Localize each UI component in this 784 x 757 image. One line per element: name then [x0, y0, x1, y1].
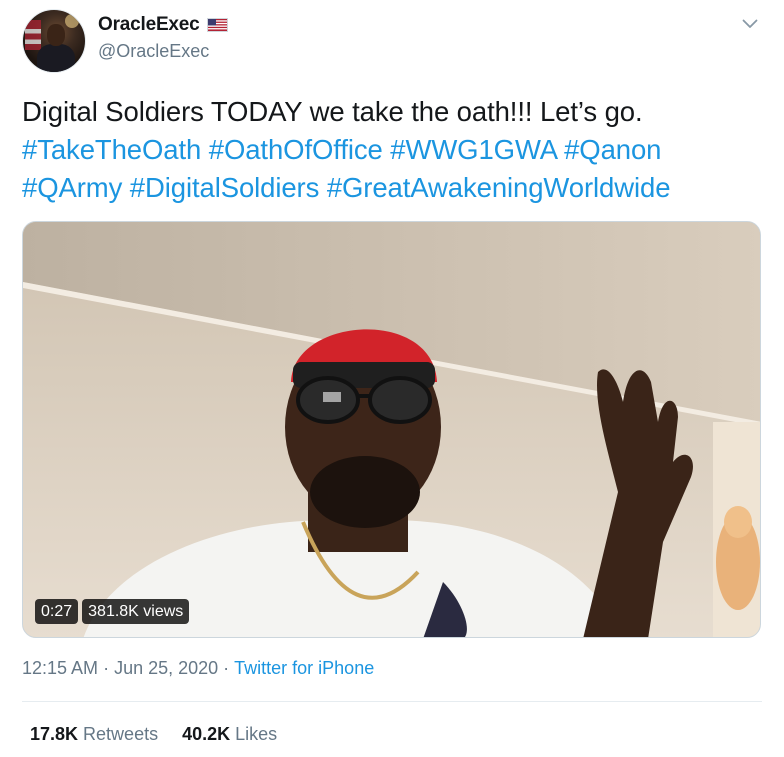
retweets-stat[interactable]: 17.8K Retweets: [30, 724, 158, 745]
avatar-lamp: [65, 14, 79, 28]
likes-stat[interactable]: 40.2K Likes: [182, 724, 277, 745]
avatar-body: [37, 44, 75, 72]
tweet-date[interactable]: Jun 25, 2020: [114, 658, 218, 679]
author-display-name[interactable]: OracleExec: [98, 14, 200, 36]
hashtag-link[interactable]: #DigitalSoldiers: [130, 172, 320, 203]
meta-separator: ·: [103, 658, 110, 678]
tweet-meta: 12:15 AM · Jun 25, 2020 · Twitter for iP…: [22, 658, 374, 679]
video-player[interactable]: 0:27 381.8K views: [22, 221, 761, 638]
tweet-text-segment: [557, 134, 565, 165]
tweet-text-segment: Digital Soldiers TODAY we take the oath!…: [22, 96, 643, 127]
hashtag-link[interactable]: #OathOfOffice: [209, 134, 383, 165]
video-views-badge: 381.8K views: [82, 599, 190, 624]
avatar-flag-backdrop: [25, 20, 41, 50]
divider: [22, 701, 762, 702]
hashtag-link[interactable]: #WWG1GWA: [390, 134, 556, 165]
likes-label: Likes: [235, 724, 278, 744]
retweets-count: 17.8K: [30, 724, 79, 744]
tweet-source-link[interactable]: Twitter for iPhone: [234, 658, 374, 679]
author-handle[interactable]: @OracleExec: [98, 41, 209, 62]
hashtag-link[interactable]: #QArmy: [22, 172, 122, 203]
tweet-text-segment: [122, 172, 130, 203]
tweet-time[interactable]: 12:15 AM: [22, 658, 98, 679]
tweet-text-line: Digital Soldiers TODAY we take the oath!…: [22, 93, 762, 131]
hashtag-link[interactable]: #Qanon: [564, 134, 661, 165]
video-duration-badge: 0:27: [35, 599, 79, 624]
author-name-row[interactable]: OracleExec: [98, 14, 228, 36]
meta-separator: ·: [223, 658, 230, 678]
tweet-stats: 17.8K Retweets 40.2K Likes: [30, 724, 277, 745]
avatar-face: [47, 24, 65, 46]
video-thumbnail: [23, 222, 760, 637]
hashtag-link[interactable]: #TakeTheOath: [22, 134, 201, 165]
tweet-text: Digital Soldiers TODAY we take the oath!…: [22, 93, 762, 207]
chevron-down-icon[interactable]: [740, 14, 760, 34]
retweets-label: Retweets: [83, 724, 159, 744]
us-flag-icon: [206, 18, 228, 32]
likes-count: 40.2K: [182, 724, 231, 744]
tweet-card: OracleExec @OracleExec Digital Soldiers …: [0, 0, 784, 757]
video-badge-group: 0:27 381.8K views: [35, 599, 190, 624]
tweet-text-line: #TakeTheOath #OathOfOffice #WWG1GWA #Qan…: [22, 131, 762, 169]
avatar[interactable]: [22, 9, 86, 73]
hashtag-link[interactable]: #GreatAwakeningWorldwide: [327, 172, 671, 203]
tweet-text-segment: [201, 134, 209, 165]
tweet-text-line: #QArmy #DigitalSoldiers #GreatAwakeningW…: [22, 169, 762, 207]
tweet-text-segment: [319, 172, 327, 203]
